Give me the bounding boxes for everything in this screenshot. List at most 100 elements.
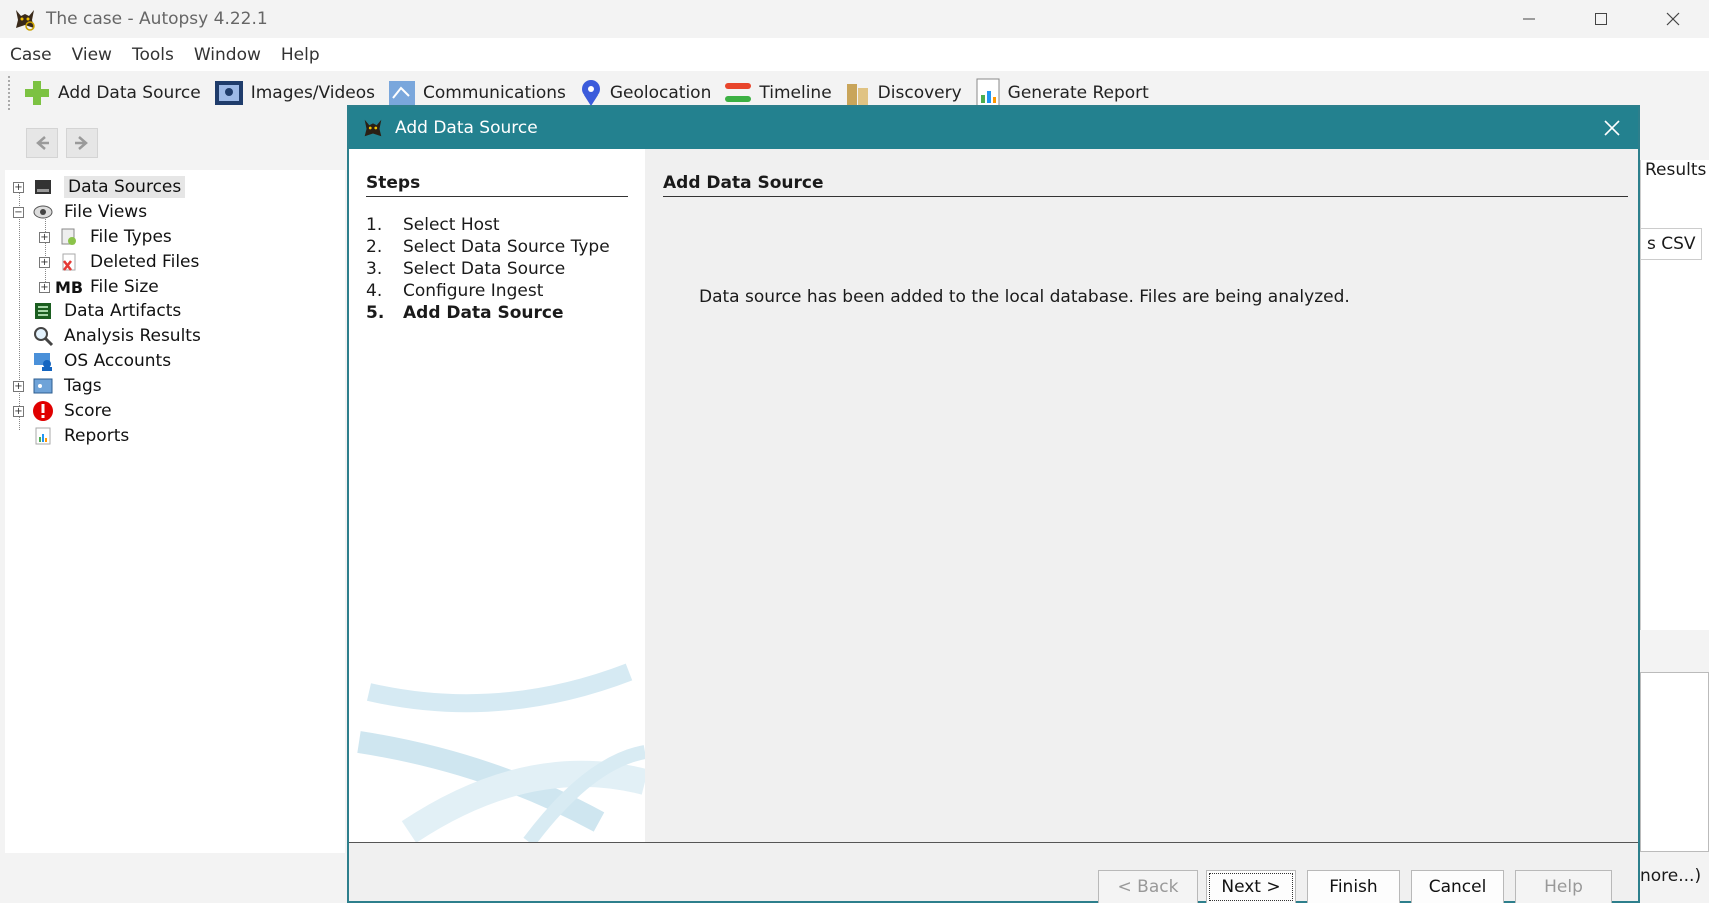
- expand-icon[interactable]: +: [13, 380, 24, 392]
- collapse-icon[interactable]: −: [13, 206, 24, 218]
- results-tab[interactable]: Results: [1645, 160, 1706, 180]
- data-artifacts-icon: [35, 303, 51, 319]
- images-videos-label: Images/Videos: [250, 83, 376, 103]
- communications-button[interactable]: Communications: [387, 78, 566, 108]
- add-plus-icon: [25, 81, 49, 105]
- alert-icon: [33, 401, 53, 421]
- tree-label-analysis-results: Analysis Results: [64, 326, 201, 346]
- steps-panel: Steps 1. Select Host 2. Select Data Source…: [349, 149, 645, 842]
- tree-item-reports[interactable]: Reports: [32, 423, 129, 449]
- menu-window[interactable]: Window: [184, 45, 271, 65]
- step-add-data-source: 5. Add Data Source: [366, 303, 564, 323]
- tree-label-reports: Reports: [64, 426, 130, 446]
- menu-bar: Case View Tools Window Help: [0, 38, 1709, 71]
- close-window-button[interactable]: [1637, 0, 1709, 38]
- maximize-button[interactable]: [1565, 0, 1637, 38]
- step-number: 2.: [366, 237, 383, 257]
- window-title: The case - Autopsy 4.22.1: [46, 9, 268, 29]
- back-button[interactable]: < Back: [1098, 870, 1198, 903]
- step-configure-ingest: 4. Configure Ingest: [366, 281, 543, 301]
- tree-label-file-size: File Size: [90, 277, 159, 297]
- geolocation-label: Geolocation: [609, 83, 712, 103]
- directory-tree: + Data Sources − File Views + File Types…: [5, 170, 345, 853]
- dialog-title-bar: Add Data Source: [349, 107, 1638, 149]
- timeline-button[interactable]: Timeline: [723, 78, 832, 108]
- tree-item-analysis-results[interactable]: Analysis Results: [32, 323, 201, 349]
- expand-icon[interactable]: +: [39, 256, 50, 268]
- cancel-button[interactable]: Cancel: [1411, 870, 1504, 903]
- deleted-file-icon: [62, 253, 76, 271]
- status-message: Data source has been added to the local …: [699, 287, 1350, 307]
- minimize-button[interactable]: [1493, 0, 1565, 38]
- tree-item-deleted-files[interactable]: + Deleted Files: [39, 249, 199, 275]
- communications-icon: [389, 81, 416, 105]
- tree-label-data-artifacts: Data Artifacts: [64, 301, 182, 321]
- expand-icon[interactable]: +: [39, 231, 50, 243]
- tag-icon: [33, 378, 53, 394]
- step-label: Configure Ingest: [403, 281, 544, 301]
- step-select-source: 3. Select Data Source: [366, 259, 565, 279]
- step-label: Select Host: [403, 215, 500, 235]
- geolocation-button[interactable]: Geolocation: [578, 78, 712, 108]
- close-icon: [1666, 12, 1680, 26]
- toolbar-grip[interactable]: [8, 76, 12, 110]
- arrow-left-icon: [36, 136, 49, 150]
- discovery-button[interactable]: Discovery: [844, 78, 962, 108]
- expand-icon[interactable]: +: [13, 405, 24, 417]
- next-button[interactable]: Next >: [1206, 870, 1296, 903]
- content-viewer-partial: [1640, 672, 1709, 852]
- back-navigation-button[interactable]: [26, 128, 58, 158]
- step-number: 3.: [366, 259, 383, 279]
- mb-icon: MB: [54, 277, 84, 297]
- tree-item-file-views[interactable]: − File Views: [13, 199, 147, 225]
- tree-label-data-sources: Data Sources: [64, 176, 186, 198]
- tree-item-score[interactable]: + Score: [13, 398, 112, 424]
- os-accounts-icon: [34, 353, 52, 371]
- step-select-host: 1. Select Host: [366, 215, 500, 235]
- navigation-arrows: [26, 128, 98, 158]
- tree-item-data-artifacts[interactable]: Data Artifacts: [32, 298, 181, 324]
- reports-icon: [35, 427, 51, 445]
- menu-help[interactable]: Help: [271, 45, 330, 65]
- export-csv-button[interactable]: s CSV: [1640, 228, 1702, 260]
- step-number: 5.: [366, 303, 385, 323]
- autopsy-logo-icon: [364, 119, 382, 137]
- expand-icon[interactable]: +: [39, 281, 50, 293]
- dialog-divider: [349, 842, 1638, 843]
- arrow-right-icon: [75, 136, 88, 150]
- tree-label-file-views: File Views: [64, 202, 148, 222]
- tree-label-os-accounts: OS Accounts: [64, 351, 172, 371]
- step-label: Select Data Source Type: [403, 237, 610, 257]
- step-select-type: 2. Select Data Source Type: [366, 237, 610, 257]
- add-data-source-button[interactable]: Add Data Source: [22, 78, 201, 108]
- magnifier-icon: [34, 327, 54, 347]
- tree-item-file-types[interactable]: + File Types: [39, 224, 172, 250]
- step-number: 1.: [366, 215, 383, 235]
- menu-tools[interactable]: Tools: [122, 45, 184, 65]
- help-button[interactable]: Help: [1515, 870, 1612, 903]
- step-label: Add Data Source: [403, 303, 564, 323]
- dialog-close-button[interactable]: [1600, 116, 1624, 140]
- menu-view[interactable]: View: [62, 45, 122, 65]
- autopsy-logo-icon: [16, 10, 35, 31]
- drive-icon: [35, 180, 51, 194]
- add-data-source-dialog: Add Data Source Steps 1. Select Host 2. Se…: [347, 105, 1640, 903]
- tree-item-tags[interactable]: + Tags: [13, 373, 102, 399]
- more-link[interactable]: nore...): [1640, 866, 1701, 886]
- tree-item-os-accounts[interactable]: OS Accounts: [32, 348, 171, 374]
- images-videos-icon: [214, 81, 243, 105]
- tree-item-data-sources[interactable]: + Data Sources: [13, 174, 186, 200]
- tree-label-deleted-files: Deleted Files: [90, 252, 200, 272]
- panel-heading: Add Data Source: [663, 173, 1628, 197]
- discovery-icon: [846, 84, 868, 106]
- generate-report-label: Generate Report: [1007, 83, 1149, 103]
- tree-label-file-types: File Types: [90, 227, 172, 247]
- finish-button[interactable]: Finish: [1307, 870, 1400, 903]
- menu-case[interactable]: Case: [0, 45, 62, 65]
- tree-label-tags: Tags: [64, 376, 102, 396]
- eye-icon: [33, 205, 53, 219]
- expand-icon[interactable]: +: [13, 181, 24, 193]
- forward-navigation-button[interactable]: [66, 128, 98, 158]
- step-label: Select Data Source: [403, 259, 566, 279]
- tree-item-file-size[interactable]: + MB File Size: [39, 274, 159, 300]
